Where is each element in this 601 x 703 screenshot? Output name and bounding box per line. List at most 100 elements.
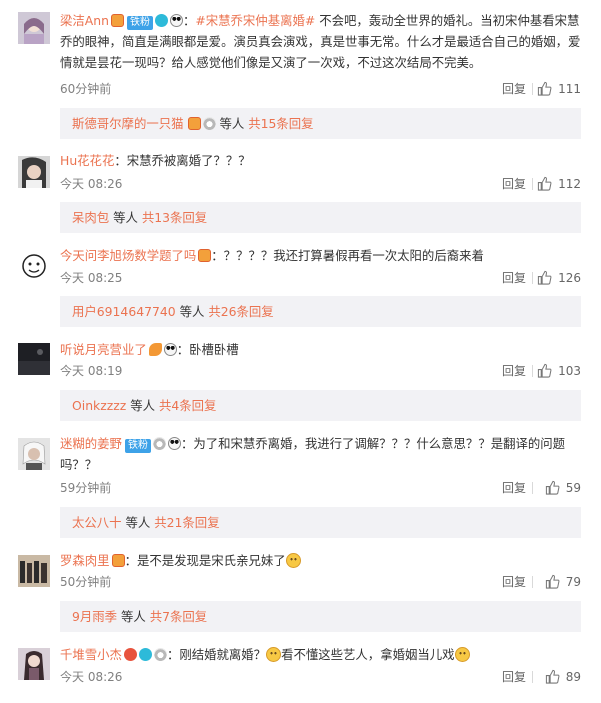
comment-meta: 今天 08:26 回复 89 xyxy=(60,667,581,687)
sub-reply-count-link[interactable]: 共15条回复 xyxy=(248,116,313,131)
timestamp: 59分钟前 xyxy=(60,481,112,495)
divider xyxy=(532,671,533,683)
sub-reply-others: 等人 xyxy=(125,515,151,530)
like-count: 126 xyxy=(558,271,581,285)
reply-button[interactable]: 回复 xyxy=(502,79,526,99)
avatar[interactable] xyxy=(18,438,50,470)
sub-reply-user[interactable]: 斯德哥尔摩的一只猫 xyxy=(72,116,184,131)
sub-reply-count-link[interactable]: 共7条回复 xyxy=(150,609,207,624)
username-link[interactable]: 梁洁Ann xyxy=(60,13,109,28)
username-link[interactable]: 罗森肉里 xyxy=(60,553,110,568)
comment-meta: 60分钟前 回复 111 xyxy=(60,79,581,99)
fan-badge[interactable]: 铁粉 xyxy=(126,16,153,30)
username-link[interactable]: 今天问李旭炀数学题了吗 xyxy=(60,248,196,263)
comment-body: ：？？？？我还打算暑假再看一次太阳的后裔来着 xyxy=(211,248,484,263)
sub-replies-box[interactable]: Oinkzzzz 等人 共4条回复 xyxy=(60,390,581,421)
ribbon-badge-icon[interactable] xyxy=(123,648,137,661)
like-count: 103 xyxy=(558,364,581,378)
sub-replies-box[interactable]: 9月雨季 等人 共7条回复 xyxy=(60,601,581,632)
silver-badge-icon xyxy=(202,117,216,130)
avatar[interactable] xyxy=(18,12,50,44)
sub-reply-count-link[interactable]: 共26条回复 xyxy=(208,304,273,319)
username-link[interactable]: Hu花花花 xyxy=(60,153,114,168)
like-button[interactable]: 126 xyxy=(537,268,581,288)
thumbs-up-icon xyxy=(545,574,560,589)
comment-text: 千堆雪小杰 ：刚结婚就离婚？ 看不懂这些艺人，拿婚姻当儿戏 xyxy=(60,644,585,665)
reply-button[interactable]: 回复 xyxy=(502,361,526,381)
like-button[interactable]: 89 xyxy=(545,667,581,687)
sub-reply-others: 等人 xyxy=(121,609,146,624)
laughing-emoji-icon xyxy=(285,553,301,568)
sub-reply-user[interactable]: Oinkzzzz xyxy=(72,398,126,413)
comment-text: 迷糊的姜野 铁粉 ：为了和宋慧乔离婚，我进行了调解？？？什么意思？？是翻译的问题吗？… xyxy=(60,433,585,475)
sub-reply-count-link[interactable]: 共21条回复 xyxy=(154,515,219,530)
comment-body: ：是不是发现是宋氏亲兄妹了 xyxy=(124,553,286,568)
reply-button[interactable]: 回复 xyxy=(502,667,526,687)
silver-badge-icon[interactable] xyxy=(153,648,167,661)
panda-badge-icon[interactable] xyxy=(167,437,181,450)
sub-replies-box[interactable]: 用户6914647740 等人 共26条回复 xyxy=(60,296,581,327)
comment-text: 今天问李旭炀数学题了吗 ：？？？？我还打算暑假再看一次太阳的后裔来着 xyxy=(60,245,585,266)
comment-meta: 59分钟前 回复 59 xyxy=(60,478,581,498)
comment-body: ：宋慧乔被离婚了？？？ xyxy=(114,153,251,168)
username-link[interactable]: 听说月亮营业了 xyxy=(60,342,147,357)
username-link[interactable]: 迷糊的姜野 xyxy=(60,436,122,451)
red-diamond-badge-icon[interactable] xyxy=(111,554,125,567)
sub-reply-user[interactable]: 用户6914647740 xyxy=(72,304,176,319)
like-count: 111 xyxy=(558,82,581,96)
reply-button[interactable]: 回复 xyxy=(502,572,526,592)
sub-replies-box[interactable]: 太公八十 等人 共21条回复 xyxy=(60,507,581,538)
comment-meta: 今天 08:19 回复 103 xyxy=(60,361,581,381)
tired-emoji-icon xyxy=(454,647,470,662)
like-count: 59 xyxy=(565,481,581,495)
like-count: 79 xyxy=(565,575,581,589)
comment-body-continued: 看不懂这些艺人，拿婚姻当儿戏 xyxy=(281,647,455,662)
comment-body: ：卧槽卧槽 xyxy=(176,342,239,357)
like-button[interactable]: 103 xyxy=(537,361,581,381)
avatar[interactable] xyxy=(18,250,50,282)
thumbs-up-icon xyxy=(537,270,552,285)
silver-badge-icon[interactable] xyxy=(152,437,166,450)
comment-text: 听说月亮营业了 ：卧槽卧槽 xyxy=(60,339,585,360)
sub-reply-count-link[interactable]: 共4条回复 xyxy=(159,398,216,413)
fan-badge[interactable]: 铁粉 xyxy=(124,439,151,453)
cyan-badge-icon[interactable] xyxy=(154,14,168,27)
flower-badge-icon[interactable] xyxy=(148,343,162,356)
reply-button[interactable]: 回复 xyxy=(502,478,526,498)
sub-reply-count-link[interactable]: 共13条回复 xyxy=(142,210,207,225)
divider xyxy=(532,83,533,95)
thumbs-up-icon xyxy=(545,480,560,495)
sub-reply-user[interactable]: 9月雨季 xyxy=(72,609,117,624)
reply-button[interactable]: 回复 xyxy=(502,268,526,288)
divider xyxy=(532,178,533,190)
like-button[interactable]: 59 xyxy=(545,478,581,498)
like-count: 112 xyxy=(558,177,581,191)
topic-link[interactable]: #宋慧乔宋仲基离婚# xyxy=(195,13,315,28)
username-link[interactable]: 千堆雪小杰 xyxy=(60,647,122,662)
timestamp: 今天 08:26 xyxy=(60,177,123,191)
panda-badge-icon[interactable] xyxy=(169,14,183,27)
sub-reply-others: 等人 xyxy=(130,398,155,413)
like-button[interactable]: 112 xyxy=(537,174,581,194)
like-button[interactable]: 111 xyxy=(537,79,581,99)
divider xyxy=(532,365,533,377)
red-diamond-badge-icon[interactable] xyxy=(110,14,124,27)
sub-reply-others: 等人 xyxy=(179,304,205,319)
sub-replies-box[interactable]: 斯德哥尔摩的一只猫 等人 共15条回复 xyxy=(60,108,581,139)
like-button[interactable]: 79 xyxy=(545,572,581,592)
timestamp: 60分钟前 xyxy=(60,82,112,96)
sub-reply-user[interactable]: 呆肉包 xyxy=(72,210,109,225)
comment-meta: 50分钟前 回复 79 xyxy=(60,572,581,592)
thumbs-up-icon xyxy=(537,363,552,378)
avatar[interactable] xyxy=(18,343,50,375)
avatar[interactable] xyxy=(18,648,50,680)
avatar[interactable] xyxy=(18,156,50,188)
avatar[interactable] xyxy=(18,555,50,587)
comment-text: Hu花花花：宋慧乔被离婚了？？？ xyxy=(60,150,585,171)
reply-button[interactable]: 回复 xyxy=(502,174,526,194)
red-diamond-badge-icon[interactable] xyxy=(198,249,212,262)
cyan-badge-icon[interactable] xyxy=(138,648,152,661)
sub-reply-user[interactable]: 太公八十 xyxy=(72,515,122,530)
sub-replies-box[interactable]: 呆肉包 等人 共13条回复 xyxy=(60,202,581,233)
panda-badge-icon[interactable] xyxy=(163,343,177,356)
